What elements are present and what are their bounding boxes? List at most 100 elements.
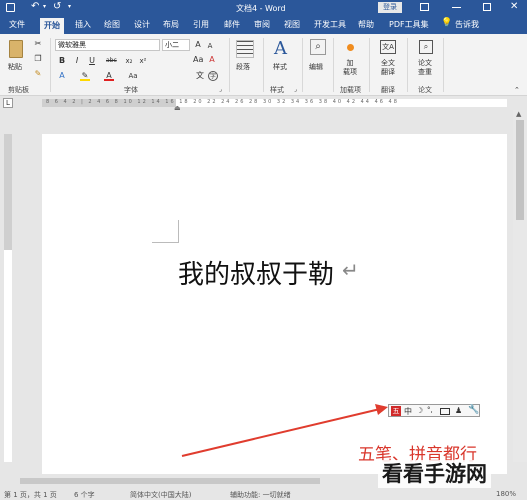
char-shading-icon[interactable]: Aa — [128, 71, 138, 81]
vruler-body — [4, 250, 12, 462]
undo-icon[interactable]: ↶ — [31, 1, 39, 12]
watermark-text: 看看手游网 — [382, 462, 487, 486]
horizontal-ruler[interactable]: L 8 6 4 2 | 2 4 6 8 10 12 14 16 18 20 22… — [0, 96, 527, 112]
font-name-select[interactable]: 微软雅黑 — [55, 39, 160, 51]
tab-home[interactable]: 开始 — [40, 18, 64, 34]
translate-group-label: 翻译 — [381, 86, 395, 94]
window-title: 文档4 - Word — [236, 4, 286, 13]
addin-icon[interactable] — [347, 44, 354, 51]
change-case-icon[interactable]: Aa — [193, 55, 203, 65]
close-icon[interactable]: ✕ — [510, 1, 518, 12]
user-icon[interactable]: ♟ — [455, 406, 462, 415]
translate-icon[interactable]: 文A — [380, 40, 396, 54]
ime-badge[interactable]: 五 — [391, 406, 401, 416]
ruler-numbers: 8 6 4 2 | 2 4 6 8 10 12 14 16 18 20 22 2… — [46, 99, 399, 105]
document-text[interactable]: 我的叔叔于勒 — [178, 254, 334, 291]
underline-icon[interactable]: U — [87, 56, 97, 66]
paste-button-label[interactable]: 粘贴 — [8, 62, 22, 72]
paper-group-label: 论文 — [418, 86, 432, 94]
clear-format-icon[interactable]: A — [207, 55, 217, 65]
paragraph-icon[interactable] — [236, 40, 254, 58]
font-dialog-launcher-icon[interactable]: ⌟ — [219, 86, 222, 93]
ime-toolbar[interactable]: 五 中 ☽ °, ♟ 🔧 — [388, 404, 480, 417]
status-accessibility[interactable]: 辅助功能: 一切就绪 — [230, 490, 291, 500]
editing-icon[interactable]: ⌕ — [310, 39, 326, 55]
format-painter-icon[interactable]: ✎ — [33, 69, 43, 79]
vertical-scrollbar[interactable]: ▲ — [513, 110, 527, 462]
status-language[interactable]: 简体中文(中国大陆) — [130, 490, 191, 500]
status-zoom[interactable]: 180% — [496, 490, 516, 498]
tab-design[interactable]: 设计 — [134, 19, 150, 30]
tab-mailings[interactable]: 邮件 — [224, 19, 240, 30]
vertical-ruler[interactable] — [0, 110, 16, 462]
italic-icon[interactable]: I — [72, 56, 82, 66]
tab-pdf-tools[interactable]: PDF工具集 — [389, 19, 429, 30]
styles-button-label[interactable]: 样式 — [273, 62, 287, 72]
font-group-label: 字体 — [124, 86, 138, 94]
punctuation-icon[interactable]: °, — [427, 406, 433, 414]
styles-icon[interactable]: A — [274, 38, 287, 59]
addin-group-label: 加载项 — [340, 86, 361, 94]
paragraph-mark: ↵ — [342, 258, 359, 282]
addin-button-label[interactable]: 加 载项 — [343, 59, 357, 77]
editing-button-label[interactable]: 编辑 — [309, 62, 323, 72]
enclose-char-icon[interactable]: 字 — [208, 71, 218, 81]
ime-mode[interactable]: 中 — [404, 406, 412, 417]
login-button[interactable]: 登录 — [378, 2, 402, 13]
ribbon-display-icon[interactable] — [420, 3, 429, 11]
moon-icon[interactable]: ☽ — [416, 406, 423, 415]
undo-dropdown-icon[interactable]: ▾ — [43, 3, 46, 10]
minimize-icon[interactable] — [452, 7, 461, 8]
paper-check-icon[interactable]: ⌕ — [419, 40, 433, 54]
tab-insert[interactable]: 插入 — [75, 19, 91, 30]
settings-icon[interactable]: 🔧 — [468, 405, 479, 415]
customize-qat-icon[interactable]: ▾ — [68, 3, 71, 10]
tab-developer[interactable]: 开发工具 — [314, 19, 346, 30]
scroll-up-icon[interactable]: ▲ — [516, 110, 521, 118]
status-bar: 第 1 页，共 1 页 6 个字 简体中文(中国大陆) 辅助功能: 一切就绪 1… — [0, 488, 527, 500]
tab-review[interactable]: 审阅 — [254, 19, 270, 30]
cut-icon[interactable]: ✂ — [33, 39, 43, 49]
copy-icon[interactable]: ❐ — [33, 54, 43, 64]
restore-icon[interactable] — [483, 3, 491, 11]
tab-file[interactable]: 文件 — [9, 19, 25, 30]
ribbon-tabs: 文件 开始 插入 绘图 设计 布局 引用 邮件 审阅 视图 开发工具 帮助 PD… — [0, 16, 527, 34]
redo-icon[interactable]: ↺ — [53, 1, 61, 12]
indent-marker-icon[interactable]: ⏏ — [174, 104, 181, 112]
tab-help[interactable]: 帮助 — [358, 19, 374, 30]
bold-icon[interactable]: B — [57, 56, 67, 66]
superscript-icon[interactable]: x² — [138, 56, 148, 66]
collapse-ribbon-icon[interactable]: ⌃ — [514, 86, 520, 94]
keyboard-icon[interactable] — [440, 408, 450, 415]
save-icon[interactable] — [6, 3, 15, 12]
phonetic-icon[interactable]: 文 — [195, 71, 205, 81]
paper-check-button-label[interactable]: 论文 查重 — [418, 59, 432, 77]
shrink-font-icon[interactable]: A — [205, 41, 215, 51]
status-page[interactable]: 第 1 页，共 1 页 — [4, 490, 57, 500]
tab-view[interactable]: 视图 — [284, 19, 300, 30]
tab-draw[interactable]: 绘图 — [104, 19, 120, 30]
highlight-icon[interactable]: ✎ — [80, 71, 90, 81]
title-bar: ↶ ▾ ↺ ▾ 文档4 - Word 登录 ✕ — [0, 0, 527, 16]
ribbon: 粘贴 ✂ ❐ ✎ 剪贴板 微软雅黑 小二 A A Aa A B I U abc … — [0, 34, 527, 96]
tell-me-search[interactable]: 告诉我 — [455, 19, 479, 30]
watermark: 看看手游网 — [378, 460, 491, 488]
tab-references[interactable]: 引用 — [193, 19, 209, 30]
tab-layout[interactable]: 布局 — [163, 19, 179, 30]
paste-icon[interactable] — [9, 40, 23, 58]
subscript-icon[interactable]: x₂ — [124, 56, 134, 66]
status-words[interactable]: 6 个字 — [74, 490, 95, 500]
paragraph-button-label[interactable]: 段落 — [236, 62, 250, 72]
grow-font-icon[interactable]: A — [193, 40, 203, 50]
font-color-icon[interactable]: A — [104, 71, 114, 81]
text-effects-icon[interactable]: A — [57, 71, 67, 81]
scroll-thumb[interactable] — [516, 120, 524, 220]
strikethrough-icon[interactable]: abc — [106, 56, 117, 66]
styles-dialog-launcher-icon[interactable]: ⌟ — [294, 86, 297, 93]
translate-button-label[interactable]: 全文 翻译 — [381, 59, 395, 77]
lightbulb-icon: 💡 — [441, 18, 453, 28]
h-scroll-thumb[interactable] — [20, 478, 320, 484]
font-size-select[interactable]: 小二 — [162, 39, 190, 51]
tab-selector-icon[interactable]: L — [3, 98, 13, 108]
clipboard-group-label: 剪贴板 — [8, 86, 29, 94]
